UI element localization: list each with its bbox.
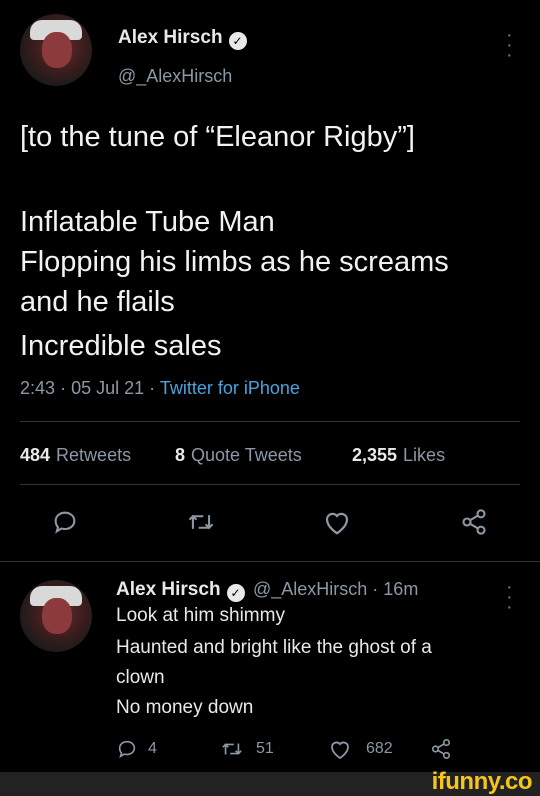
tweet-time[interactable]: 2:43 bbox=[20, 378, 55, 398]
tweet-source-link[interactable]: Twitter for iPhone bbox=[160, 378, 300, 398]
reply-count: 4 bbox=[148, 740, 157, 757]
author-handle[interactable]: @_AlexHirsch bbox=[118, 66, 232, 87]
reply-text-line: clown bbox=[116, 667, 165, 688]
author-avatar[interactable] bbox=[20, 14, 92, 86]
heart-icon[interactable] bbox=[328, 738, 352, 760]
reply-header: Alex Hirsch ✓ @_AlexHirsch · 16m bbox=[116, 579, 418, 602]
tweet-text-line: [to the tune of “Eleanor Rigby”] bbox=[20, 121, 415, 153]
reply-icon[interactable] bbox=[51, 508, 79, 536]
tweet-meta: 2:43 · 05 Jul 21 · Twitter for iPhone bbox=[20, 378, 300, 398]
reply-author-name[interactable]: Alex Hirsch bbox=[116, 579, 221, 600]
reply-action-like[interactable]: 682 bbox=[328, 738, 393, 760]
retweet-count: 51 bbox=[256, 740, 274, 757]
divider bbox=[20, 484, 520, 485]
divider bbox=[0, 561, 540, 562]
reply-action-retweet[interactable]: 51 bbox=[220, 738, 274, 760]
reply-text-line: Haunted and bright like the ghost of a bbox=[116, 637, 432, 658]
more-vertical-icon[interactable]: · · · bbox=[506, 25, 513, 65]
reply-action-reply[interactable]: 4 bbox=[116, 738, 157, 760]
verified-badge-icon: ✓ bbox=[228, 32, 247, 50]
likes-stat[interactable]: 2,355 Likes bbox=[352, 445, 445, 466]
retweets-stat[interactable]: 484 Retweets bbox=[20, 445, 131, 466]
share-icon[interactable] bbox=[460, 508, 488, 536]
like-count: 682 bbox=[366, 740, 393, 757]
reply-icon[interactable] bbox=[116, 738, 138, 760]
retweet-icon[interactable] bbox=[220, 738, 244, 760]
tweet-text-line: Incredible sales bbox=[20, 330, 222, 362]
author-name[interactable]: Alex Hirsch ✓ bbox=[118, 27, 247, 50]
tweet-text-line: and he flails bbox=[20, 286, 175, 318]
tweet-date[interactable]: 05 Jul 21 bbox=[71, 378, 144, 398]
reply-text-line: Look at him shimmy bbox=[116, 605, 285, 626]
retweet-icon[interactable] bbox=[186, 508, 216, 536]
reply-handle-time[interactable]: @_AlexHirsch · 16m bbox=[253, 579, 418, 599]
tweet-text-line: Inflatable Tube Man bbox=[20, 206, 275, 238]
verified-badge-icon: ✓ bbox=[226, 584, 245, 602]
divider bbox=[20, 421, 520, 422]
ifunny-watermark: ifunny.co bbox=[431, 768, 533, 795]
reply-author-avatar[interactable] bbox=[20, 580, 92, 652]
more-vertical-icon[interactable]: · · · bbox=[506, 577, 513, 617]
quote-tweets-stat[interactable]: 8 Quote Tweets bbox=[175, 445, 302, 466]
heart-icon[interactable] bbox=[322, 508, 352, 536]
tweet-text-line: Flopping his limbs as he screams bbox=[20, 246, 449, 278]
reply-text-line: No money down bbox=[116, 697, 254, 718]
share-icon[interactable] bbox=[430, 738, 452, 760]
